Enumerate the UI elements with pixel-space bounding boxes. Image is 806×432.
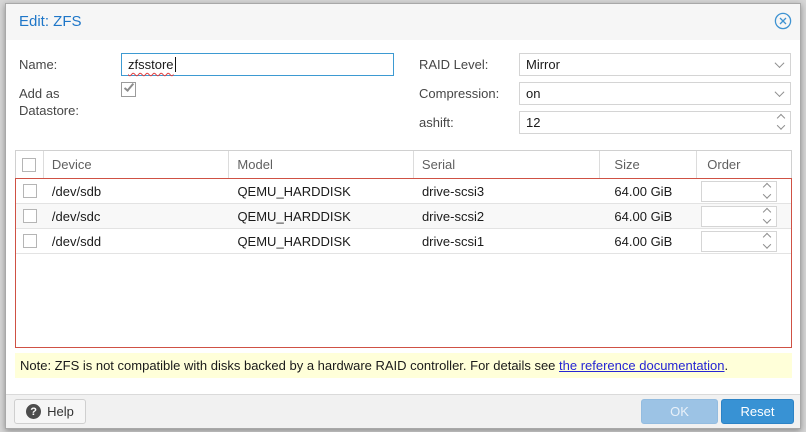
order-spinner[interactable]	[701, 231, 777, 252]
spinner-buttons[interactable]	[764, 207, 770, 226]
ashift-spinner[interactable]: 12	[519, 111, 791, 134]
reset-button[interactable]: Reset	[721, 399, 794, 424]
spinner-down-icon	[777, 121, 785, 129]
compression-label: Compression:	[419, 85, 499, 102]
cell-device: /dev/sdc	[44, 204, 230, 228]
cell-size: 64.00 GiB	[600, 179, 697, 203]
add-datastore-checkbox[interactable]	[121, 82, 136, 97]
column-header-serial[interactable]: Serial	[414, 151, 600, 178]
select-all-cell	[16, 151, 44, 178]
close-icon[interactable]	[774, 12, 792, 30]
window-header: Edit: ZFS	[6, 4, 800, 40]
chevron-down-icon[interactable]	[776, 54, 783, 75]
zfs-warning-note: Note: ZFS is not compatible with disks b…	[15, 353, 792, 378]
table-row[interactable]: /dev/sdb QEMU_HARDDISK drive-scsi3 64.00…	[16, 179, 791, 204]
window-title: Edit: ZFS	[19, 13, 82, 30]
raid-level-label: RAID Level:	[419, 56, 488, 73]
cell-size: 64.00 GiB	[600, 229, 697, 253]
row-checkbox[interactable]	[23, 184, 37, 198]
order-spinner[interactable]	[701, 181, 777, 202]
cell-size: 64.00 GiB	[600, 204, 697, 228]
ashift-label: ashift:	[419, 114, 454, 131]
raid-level-combobox[interactable]: Mirror	[519, 53, 791, 76]
spinner-buttons[interactable]	[764, 182, 770, 201]
name-label: Name:	[19, 56, 57, 73]
disk-table-body: /dev/sdb QEMU_HARDDISK drive-scsi3 64.00…	[15, 178, 792, 348]
compression-combobox[interactable]: on	[519, 82, 791, 105]
column-header-device[interactable]: Device	[44, 151, 230, 178]
table-row[interactable]: /dev/sdd QEMU_HARDDISK drive-scsi1 64.00…	[16, 229, 791, 254]
cell-device: /dev/sdb	[44, 179, 230, 203]
desktop-background: Edit: ZFS Name: zfsstore Add as Datastor…	[0, 0, 806, 432]
row-checkbox[interactable]	[23, 209, 37, 223]
table-row[interactable]: /dev/sdc QEMU_HARDDISK drive-scsi2 64.00…	[16, 204, 791, 229]
disk-table-header: Device Model Serial Size Order	[15, 150, 792, 178]
chevron-down-icon[interactable]	[776, 83, 783, 104]
ok-button[interactable]: OK	[641, 399, 718, 424]
help-button[interactable]: ? Help	[14, 399, 86, 424]
select-all-checkbox[interactable]	[22, 158, 36, 172]
spinner-buttons[interactable]	[764, 232, 770, 251]
spinner-buttons[interactable]	[778, 112, 784, 133]
order-spinner[interactable]	[701, 206, 777, 227]
cell-model: QEMU_HARDDISK	[229, 204, 414, 228]
cell-serial: drive-scsi1	[414, 229, 601, 253]
add-datastore-label: Add as Datastore:	[19, 85, 114, 119]
cell-device: /dev/sdd	[44, 229, 230, 253]
dialog-footer: ? Help OK Reset	[6, 394, 800, 428]
reference-documentation-link[interactable]: the reference documentation	[559, 358, 725, 373]
cell-serial: drive-scsi3	[414, 179, 601, 203]
cell-serial: drive-scsi2	[414, 204, 601, 228]
name-input[interactable]: zfsstore	[121, 53, 394, 76]
checkmark-icon	[124, 81, 134, 92]
edit-zfs-dialog: Edit: ZFS Name: zfsstore Add as Datastor…	[5, 3, 801, 429]
cell-model: QEMU_HARDDISK	[229, 229, 414, 253]
column-header-model[interactable]: Model	[229, 151, 414, 178]
column-header-size[interactable]: Size	[600, 151, 697, 178]
row-checkbox[interactable]	[23, 234, 37, 248]
cell-model: QEMU_HARDDISK	[229, 179, 414, 203]
name-input-value: zfsstore	[128, 57, 174, 72]
disk-table: Device Model Serial Size Order /dev/sdb …	[15, 150, 792, 348]
help-icon: ?	[26, 404, 41, 419]
text-caret	[175, 57, 176, 72]
column-header-order[interactable]: Order	[697, 151, 791, 178]
